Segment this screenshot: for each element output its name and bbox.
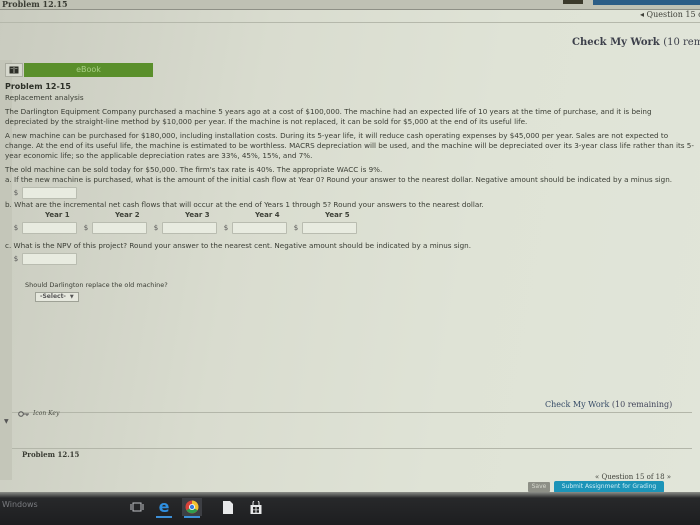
problem-content: Problem 12-15 Replacement analysis The D…	[5, 82, 695, 302]
footer-divider-2	[12, 448, 692, 449]
check-my-work-bottom[interactable]: Check My Work (10 remaining)	[545, 400, 672, 409]
npv-input[interactable]	[22, 252, 77, 265]
task-view-icon[interactable]	[127, 498, 147, 516]
book-icon[interactable]	[5, 63, 23, 77]
active-indicator	[156, 516, 172, 518]
year-inputs-row: $ $ $ $ $	[10, 220, 695, 235]
taskbar-edge	[0, 492, 700, 498]
ebook-button[interactable]: eBook	[24, 63, 153, 77]
year-headers: Year 1 Year 2 Year 3 Year 4 Year 5	[45, 210, 695, 220]
year-5-header: Year 5	[325, 211, 350, 219]
year-2-cash-flow-input[interactable]	[92, 221, 147, 234]
question-nav-bottom[interactable]: « Question 15 of 18 »	[595, 473, 671, 481]
chevron-down-icon: ▼	[69, 294, 74, 300]
answer-c-row: $	[10, 251, 695, 266]
year-5-cash-flow-input[interactable]	[302, 221, 357, 234]
replace-select-dropdown[interactable]: -Select- ▼	[35, 292, 79, 302]
select-value: -Select-	[40, 293, 66, 300]
edge-icon[interactable]: e	[154, 498, 174, 518]
page-header-title: Problem 12.15	[2, 0, 68, 9]
question-b: b. What are the incremental net cash flo…	[5, 200, 484, 209]
chrome-icon[interactable]	[182, 498, 202, 518]
key-icon	[18, 410, 29, 417]
year-4-header: Year 4	[255, 211, 280, 219]
problem-paragraph-1: The Darlington Equipment Company purchas…	[5, 107, 652, 126]
collapse-arrow-icon[interactable]: ▼	[4, 418, 9, 425]
problem-paragraph-3: The old machine can be sold today for $5…	[5, 165, 383, 174]
question-c: c. What is the NPV of this project? Roun…	[5, 241, 471, 250]
check-my-work-link-bottom[interactable]: Check My Work	[545, 400, 609, 409]
check-my-work-remaining: (10 remaining)	[663, 37, 700, 48]
problem-title: Problem 12-15	[5, 82, 71, 91]
windows-label: Windows	[2, 500, 38, 509]
year-3-header: Year 3	[185, 211, 210, 219]
year-2-header: Year 2	[115, 211, 140, 219]
problem-footer-label: Problem 12.15	[22, 450, 80, 459]
icon-key[interactable]: Icon Key	[18, 410, 59, 417]
question-a: a. If the new machine is purchased, what…	[5, 175, 673, 184]
header-tab-blue[interactable]	[593, 0, 700, 5]
year-4-cash-flow-input[interactable]	[232, 221, 287, 234]
question-nav-top[interactable]: ◂ Question 15 of 18	[640, 10, 700, 19]
top-header-bar: Problem 12.15	[0, 0, 700, 10]
initial-cash-flow-input[interactable]	[22, 186, 77, 199]
year-1-header: Year 1	[45, 211, 70, 219]
replace-question: Should Darlington replace the old machin…	[25, 281, 168, 289]
header-tab-dark[interactable]	[563, 0, 583, 4]
problem-paragraph-2: A new machine can be purchased for $180,…	[5, 131, 694, 160]
dollar-sign: $	[13, 223, 19, 232]
save-button[interactable]: Save	[528, 482, 550, 492]
year-1-cash-flow-input[interactable]	[22, 221, 77, 234]
check-my-work-top[interactable]: Check My Work (10 remaining)	[572, 37, 700, 48]
check-my-work-link[interactable]: Check My Work	[572, 37, 660, 48]
problem-subtitle: Replacement analysis	[5, 93, 84, 102]
file-icon[interactable]	[218, 498, 238, 516]
active-indicator	[184, 516, 200, 518]
store-icon[interactable]	[246, 498, 266, 516]
dollar-sign: $	[293, 223, 299, 232]
answer-a-row: $	[10, 185, 695, 200]
dollar-sign: $	[153, 223, 159, 232]
dollar-sign: $	[223, 223, 229, 232]
year-3-cash-flow-input[interactable]	[162, 221, 217, 234]
dollar-sign: $	[13, 254, 19, 263]
dollar-sign: $	[83, 223, 89, 232]
footer-divider	[12, 412, 692, 413]
header-divider	[0, 22, 700, 23]
dollar-sign: $	[13, 188, 19, 197]
check-my-work-remaining-bottom: (10 remaining)	[611, 400, 673, 409]
icon-key-label[interactable]: Icon Key	[33, 410, 59, 417]
